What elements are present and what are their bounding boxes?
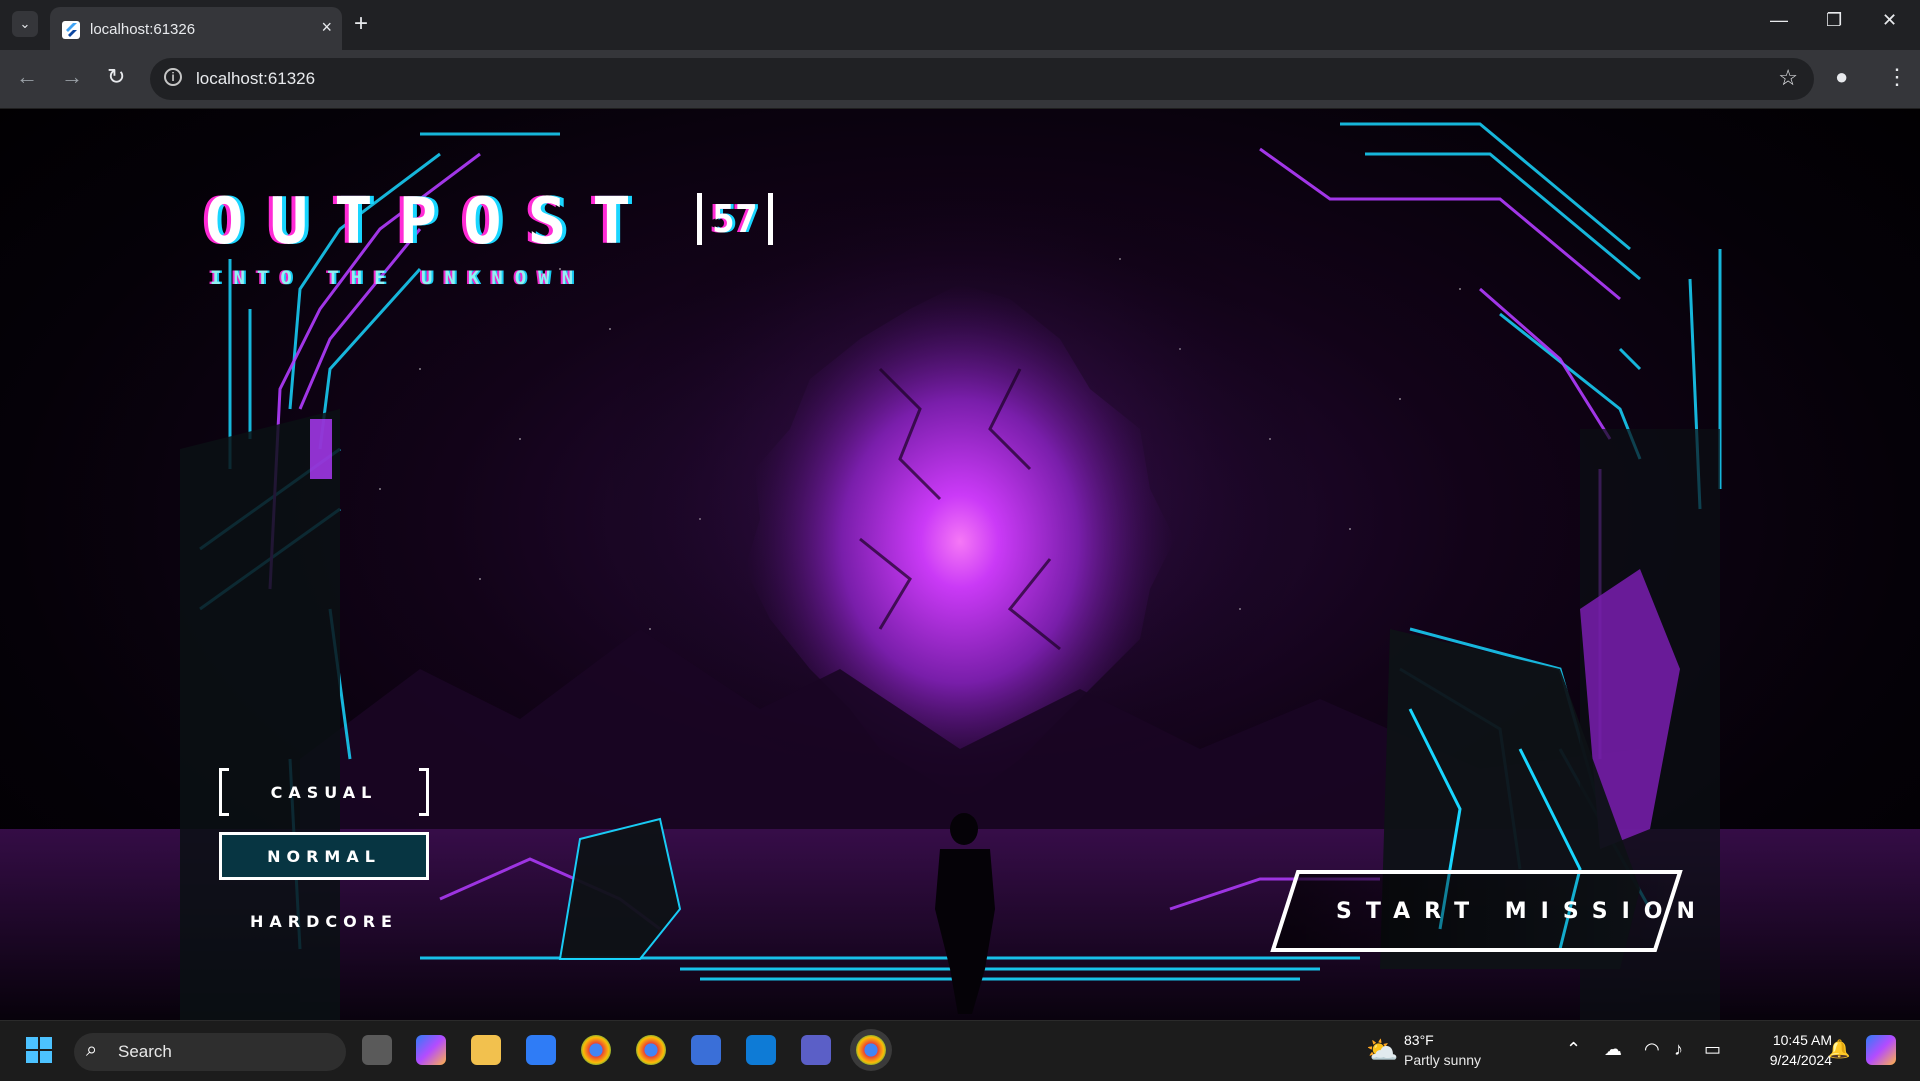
start-mission-label: START MISSION xyxy=(1336,898,1709,924)
volume-icon[interactable]: ♪ xyxy=(1674,1039,1683,1060)
search-label: Search xyxy=(118,1042,172,1061)
forward-icon[interactable]: → xyxy=(61,64,83,90)
taskbar-search[interactable]: ⌕ Search xyxy=(74,1033,346,1071)
reload-icon[interactable]: ↻ xyxy=(107,64,125,90)
back-icon[interactable]: ← xyxy=(16,64,38,90)
search-icon: ⌕ xyxy=(86,1039,98,1061)
game-canvas: OUTPOST 57 INTO THE UNKNOWN CASUAL NORMA… xyxy=(0,109,1920,1020)
vscode-icon[interactable] xyxy=(746,1035,776,1065)
address-bar[interactable]: i localhost:61326 ☆ xyxy=(150,58,1814,100)
chevron-up-icon[interactable]: ⌃ xyxy=(1566,1039,1581,1060)
wifi-icon[interactable]: ◠ xyxy=(1644,1039,1660,1060)
notepad-icon[interactable] xyxy=(691,1035,721,1065)
chrome-profile-icon[interactable] xyxy=(581,1035,611,1065)
flutter-favicon-icon xyxy=(62,21,80,39)
battery-icon[interactable]: ▭ xyxy=(1704,1039,1721,1060)
clock-time[interactable]: 10:45 AM xyxy=(1748,1032,1832,1048)
menu-kebab-icon[interactable]: ⋮ xyxy=(1886,64,1908,90)
game-title-number: 57 xyxy=(697,193,773,245)
copilot-icon[interactable] xyxy=(416,1035,446,1065)
close-window-icon[interactable]: ✕ xyxy=(1882,10,1897,31)
windows-taskbar: ⌕ Search ⛅ 83°F Partly sunny ⌃ ☁ ◠ ♪ ▭ 1… xyxy=(0,1020,1920,1081)
game-title: OUTPOST xyxy=(205,185,657,259)
teams-icon[interactable] xyxy=(801,1035,831,1065)
browser-toolbar: ← → ↻ i localhost:61326 ☆ ● ⋮ xyxy=(0,50,1920,109)
file-explorer-icon[interactable] xyxy=(471,1035,501,1065)
tab-title: localhost:61326 xyxy=(90,21,196,38)
notification-bell-icon[interactable]: 🔔 xyxy=(1828,1039,1850,1060)
url-text[interactable]: localhost:61326 xyxy=(196,69,315,89)
difficulty-hardcore-button[interactable]: HARDCORE xyxy=(219,897,429,945)
tab-list-button[interactable]: ⌄ xyxy=(12,11,38,37)
bookmark-star-icon[interactable]: ☆ xyxy=(1778,65,1798,91)
profile-icon[interactable]: ● xyxy=(1835,64,1848,90)
game-subtitle: INTO THE UNKNOWN xyxy=(210,267,586,289)
weather-desc[interactable]: Partly sunny xyxy=(1404,1052,1481,1068)
browser-tab-bar: ⌄ localhost:61326 × + — ❐ ✕ xyxy=(0,0,1920,50)
clock-date[interactable]: 9/24/2024 xyxy=(1740,1052,1832,1068)
todo-icon[interactable] xyxy=(526,1035,556,1065)
partly-sunny-icon[interactable]: ⛅ xyxy=(1366,1035,1398,1066)
new-tab-button[interactable]: + xyxy=(354,10,368,38)
difficulty-casual-button[interactable]: CASUAL xyxy=(219,768,429,816)
minimize-icon[interactable]: — xyxy=(1770,10,1788,31)
start-mission-button[interactable]: START MISSION xyxy=(1270,870,1695,952)
restore-icon[interactable]: ❐ xyxy=(1826,10,1842,31)
task-view-icon[interactable] xyxy=(362,1035,392,1065)
windows-start-icon[interactable] xyxy=(24,1035,54,1065)
chrome-profile-2-icon[interactable] xyxy=(636,1035,666,1065)
copilot-pre-icon[interactable] xyxy=(1866,1035,1896,1065)
difficulty-normal-button[interactable]: NORMAL xyxy=(219,832,429,880)
weather-temp[interactable]: 83°F xyxy=(1404,1032,1434,1048)
site-info-icon[interactable]: i xyxy=(164,68,182,86)
tab-close-icon[interactable]: × xyxy=(321,17,332,38)
browser-tab-active[interactable]: localhost:61326 × xyxy=(50,7,342,50)
chrome-active-icon[interactable] xyxy=(856,1035,886,1065)
onedrive-cloud-icon[interactable]: ☁ xyxy=(1604,1039,1622,1060)
